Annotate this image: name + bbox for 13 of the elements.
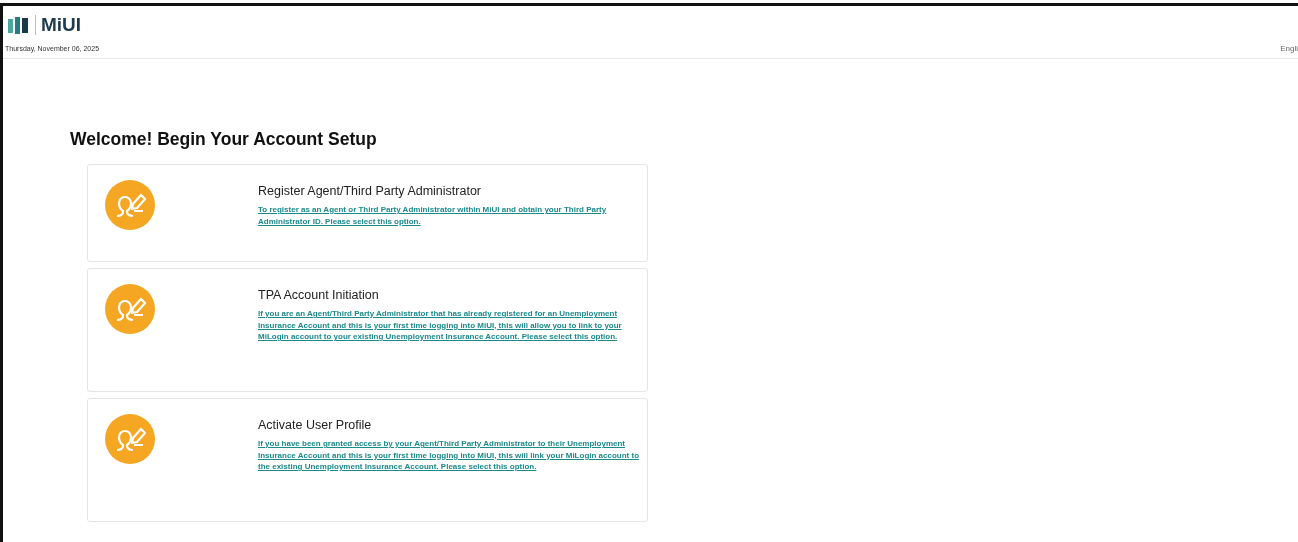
user-edit-icon	[105, 414, 155, 464]
option-link[interactable]: If you are an Agent/Third Party Administrator that has already registered for an Unemployment Insurance Account and this is your first time logging into MiUI, this will allow you to link to your MiLogin account to your existing Unemployment Insurance Account. Please select this option.	[258, 308, 643, 343]
logo-icon	[8, 16, 30, 34]
language-selector[interactable]: Engli	[1280, 44, 1298, 53]
option-title: Register Agent/Third Party Administrator	[258, 184, 482, 198]
option-title: Activate User Profile	[258, 418, 373, 432]
page-title: Welcome! Begin Your Account Setup	[70, 129, 377, 149]
option-title: TPA Account Initiation	[258, 288, 380, 302]
option-link[interactable]: To register as an Agent or Third Party Administrator within MiUI and obtain your Third Party Administrator ID. Please select this option.	[258, 204, 643, 227]
logo-text: MiUI	[35, 15, 82, 35]
user-edit-icon	[105, 284, 155, 334]
user-edit-icon	[105, 180, 155, 230]
option-link[interactable]: If you have been granted access by your Agent/Third Party Administrator to their Unemployment Insurance Account and this is your first time logging into MiUI, this will link your MiLogin account to the existing Unemployment Insurance Account. Please select this option.	[258, 438, 643, 473]
